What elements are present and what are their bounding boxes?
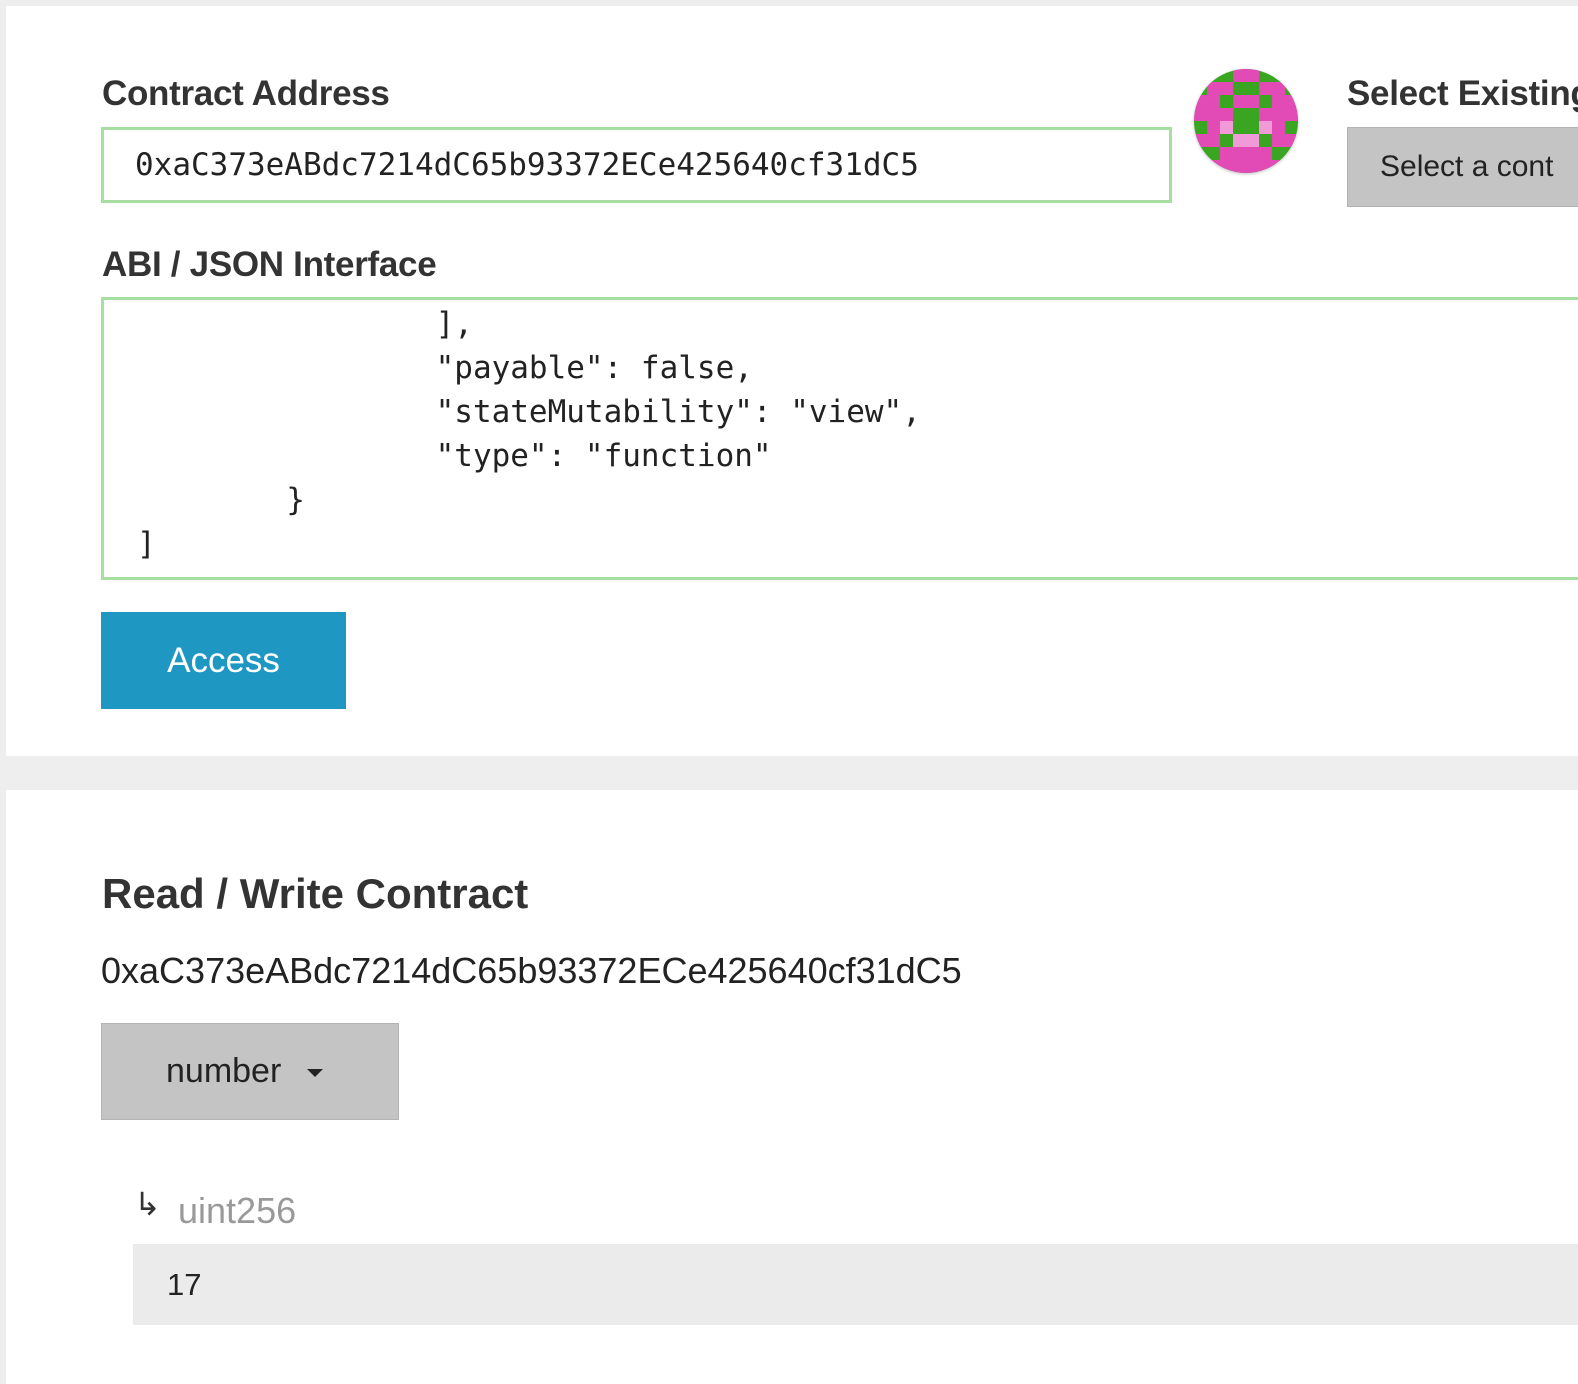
abi-line: "type": "function" — [137, 438, 772, 474]
read-write-panel: Read / Write Contract 0xaC373eABdc7214dC… — [6, 790, 1578, 1384]
abi-line: "stateMutability": "view", — [137, 394, 921, 430]
contract-address-display: 0xaC373eABdc7214dC65b93372ECe425640cf31d… — [101, 950, 962, 991]
read-write-title: Read / Write Contract — [102, 870, 529, 917]
abi-line: ] — [137, 526, 156, 562]
function-select-label: number — [166, 1052, 282, 1090]
access-button[interactable]: Access — [101, 612, 346, 709]
return-value-field: 17 — [133, 1244, 1578, 1325]
abi-line: } — [137, 482, 305, 518]
return-arrow-icon: ↳ — [134, 1186, 161, 1222]
abi-label: ABI / JSON Interface — [102, 245, 437, 284]
select-contract-button[interactable]: Select a cont — [1347, 127, 1578, 207]
abi-line: ], — [137, 306, 473, 342]
contract-address-input[interactable]: 0xaC373eABdc7214dC65b93372ECe425640cf31d… — [101, 127, 1172, 203]
contract-access-panel: Contract Address 0xaC373eABdc7214dC65b93… — [6, 6, 1578, 756]
select-existing-label: Select Existing — [1347, 74, 1578, 113]
abi-json-textarea[interactable]: ], "payable": false, "stateMutability": … — [101, 297, 1578, 580]
return-type-label: uint256 — [178, 1190, 297, 1231]
contract-address-label: Contract Address — [102, 74, 390, 113]
identicon-avatar — [1194, 69, 1298, 173]
dropdown-caret-icon — [307, 1069, 324, 1078]
function-select-dropdown[interactable]: number — [101, 1023, 399, 1120]
abi-line: "payable": false, — [137, 350, 753, 386]
